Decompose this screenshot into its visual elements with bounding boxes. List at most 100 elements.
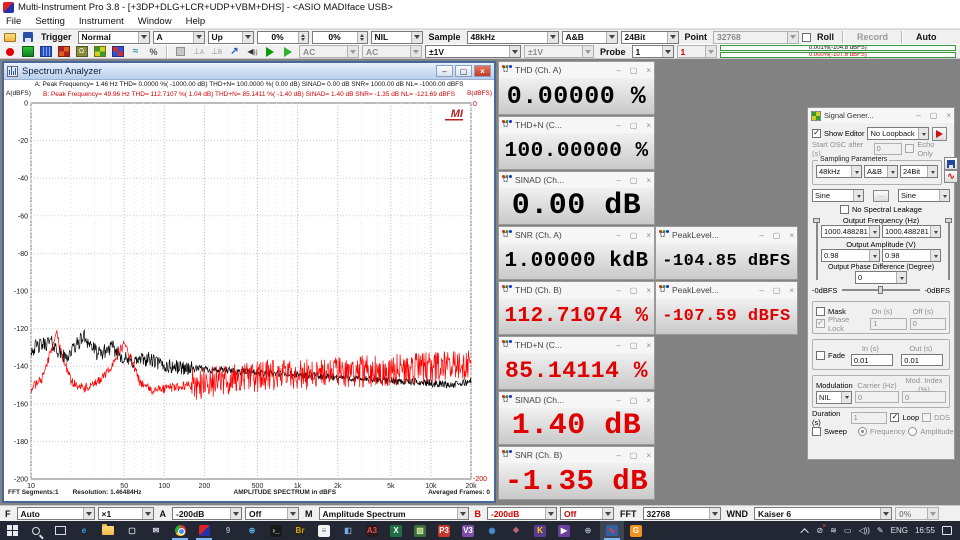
close-icon[interactable]: × <box>646 176 651 185</box>
gen-channels-select[interactable]: A&B <box>864 165 898 178</box>
network-error-icon[interactable]: ⊘ <box>816 526 823 535</box>
phase-select[interactable]: 0 <box>855 271 907 284</box>
run-icon[interactable] <box>263 45 278 58</box>
frequency-b-select[interactable]: 1000.488281 <box>882 225 941 238</box>
oscilloscope-icon[interactable] <box>20 45 35 58</box>
menu-instrument[interactable]: Instrument <box>79 16 124 27</box>
taskbar-icon-app-flag[interactable]: K <box>528 521 552 540</box>
close-icon[interactable]: × <box>646 231 651 240</box>
spectrum-analyzer-icon[interactable] <box>38 45 53 58</box>
maximize-icon[interactable]: ▢ <box>630 286 638 295</box>
menu-setting[interactable]: Setting <box>35 16 65 27</box>
battery-icon[interactable]: ▭ <box>844 526 852 535</box>
fade-out-input[interactable]: 0.01 <box>901 354 943 366</box>
multimeter-icon[interactable]: Ω <box>74 45 89 58</box>
sweep-checkbox[interactable] <box>812 427 821 436</box>
a-filter-select[interactable]: Off <box>245 507 299 520</box>
minimize-icon[interactable]: – <box>759 231 763 240</box>
close-icon[interactable]: × <box>789 231 794 240</box>
signal-generator-titlebar[interactable]: Signal Gener... –▢× <box>808 108 954 123</box>
sample-rate-select[interactable]: 48kHz <box>467 31 559 44</box>
close-icon[interactable]: × <box>946 111 951 120</box>
taskbar-icon-store[interactable]: ▢ <box>120 521 144 540</box>
show-editor-checkbox[interactable] <box>812 129 821 138</box>
channels-select[interactable]: A&B <box>562 31 618 44</box>
taskbar-icon-chrome[interactable] <box>168 521 192 540</box>
taskbar-icon-file-explorer[interactable] <box>96 521 120 540</box>
maximize-icon[interactable]: ▢ <box>630 231 638 240</box>
a-range-select[interactable]: -200dB <box>172 507 242 520</box>
close-icon[interactable]: × <box>646 66 651 75</box>
minimize-icon[interactable]: – <box>616 451 620 460</box>
maximize-button[interactable]: ▢ <box>455 65 472 77</box>
range-a-select[interactable]: ±1V <box>425 45 521 58</box>
roll-checkbox[interactable] <box>802 33 811 42</box>
taskbar-icon-excel[interactable]: X <box>384 521 408 540</box>
zoom-select[interactable]: ×1 <box>98 507 154 520</box>
taskbar-icon-goldwave[interactable]: G <box>624 521 648 540</box>
taskbar-icon-app-paw[interactable]: ❖ <box>504 521 528 540</box>
menu-help[interactable]: Help <box>186 16 206 27</box>
probe-pointer-icon[interactable]: ↗ <box>227 45 242 58</box>
clock[interactable]: 16:55 <box>915 526 935 535</box>
minimize-icon[interactable]: – <box>616 231 620 240</box>
gen-save-button[interactable] <box>944 157 958 170</box>
frequency-range-select[interactable]: Auto <box>17 507 95 520</box>
pen-icon[interactable]: ✎ <box>877 526 884 535</box>
amplitude-b-select[interactable]: 0.98 <box>882 249 941 262</box>
b-range-select[interactable]: -200dB <box>487 507 557 520</box>
loop-checkbox[interactable] <box>890 413 899 422</box>
spectrum-3d-plot-icon[interactable] <box>56 45 71 58</box>
volume-icon[interactable]: ◁)) <box>858 526 869 535</box>
close-button[interactable]: × <box>474 65 491 77</box>
probe-a-select[interactable]: 1 <box>632 45 674 58</box>
frequency-a-select[interactable]: 1000.488281 <box>821 225 880 238</box>
close-icon[interactable]: × <box>646 451 651 460</box>
taskbar-icon-start[interactable] <box>0 521 24 540</box>
minimize-icon[interactable]: – <box>616 66 620 75</box>
taskbar-icon-powerpoint[interactable]: P3 <box>432 521 456 540</box>
minimize-icon[interactable]: – <box>759 286 763 295</box>
record-dot-icon[interactable] <box>2 45 17 58</box>
sound-output-icon[interactable]: ◀)) <box>245 45 260 58</box>
taskbar-icon-app-s-circle[interactable]: ◉ <box>480 521 504 540</box>
open-file-icon[interactable] <box>2 31 17 44</box>
fade-checkbox[interactable] <box>816 351 825 360</box>
amplitude-slider-a[interactable] <box>812 216 818 284</box>
trigger-level-spinner[interactable]: 0% <box>257 31 309 44</box>
modulation-select[interactable]: NIL <box>816 391 852 404</box>
tray-expand-icon[interactable] <box>801 528 809 536</box>
maximize-icon[interactable]: ▢ <box>630 66 638 75</box>
auto-button[interactable]: Auto <box>908 31 945 43</box>
close-icon[interactable]: × <box>646 396 651 405</box>
maximize-icon[interactable]: ▢ <box>630 121 638 130</box>
save-icon[interactable] <box>20 31 35 44</box>
run-hold-icon[interactable] <box>281 45 296 58</box>
trigger-mode-select[interactable]: Normal <box>78 31 150 44</box>
trigger-delay-spinner[interactable]: 0% <box>312 31 368 44</box>
taskbar-icon-app-globe[interactable]: ⊕ <box>240 521 264 540</box>
minimize-icon[interactable]: – <box>616 396 620 405</box>
taskbar-icon-app-dark[interactable]: 9 <box>216 521 240 540</box>
taskbar-icon-photos[interactable]: ▨ <box>408 521 432 540</box>
fft-size-select[interactable]: 32768 <box>643 507 721 520</box>
taskbar-icon-notepad[interactable]: ≡ <box>312 521 336 540</box>
minimize-icon[interactable]: – <box>616 176 620 185</box>
maximize-icon[interactable]: ▢ <box>930 111 938 120</box>
trigger-edge-select[interactable]: Up <box>208 31 254 44</box>
balance-slider[interactable] <box>840 285 921 295</box>
signal-generator-icon[interactable] <box>92 45 107 58</box>
wifi-icon[interactable]: ≋ <box>830 526 837 535</box>
trigger-source-select[interactable]: A <box>153 31 205 44</box>
ddc-waves-icon[interactable]: ≈ <box>128 45 143 58</box>
bit-depth-select[interactable]: 24Bit <box>621 31 679 44</box>
minimize-icon[interactable]: – <box>616 341 620 350</box>
mask-checkbox[interactable] <box>816 307 825 316</box>
menu-file[interactable]: File <box>6 16 21 27</box>
b-filter-select[interactable]: Off <box>560 507 614 520</box>
gen-waveform-button[interactable]: ∿ <box>944 170 958 183</box>
spectrum-plot[interactable]: 10501002005001k2k5k10k20k0-20-40-60-80-1… <box>4 100 494 492</box>
taskbar-icon-adobe-bridge[interactable]: Br <box>288 521 312 540</box>
taskbar-icon-app-blue-box[interactable]: ◧ <box>336 521 360 540</box>
fade-in-input[interactable]: 0.01 <box>851 354 893 366</box>
